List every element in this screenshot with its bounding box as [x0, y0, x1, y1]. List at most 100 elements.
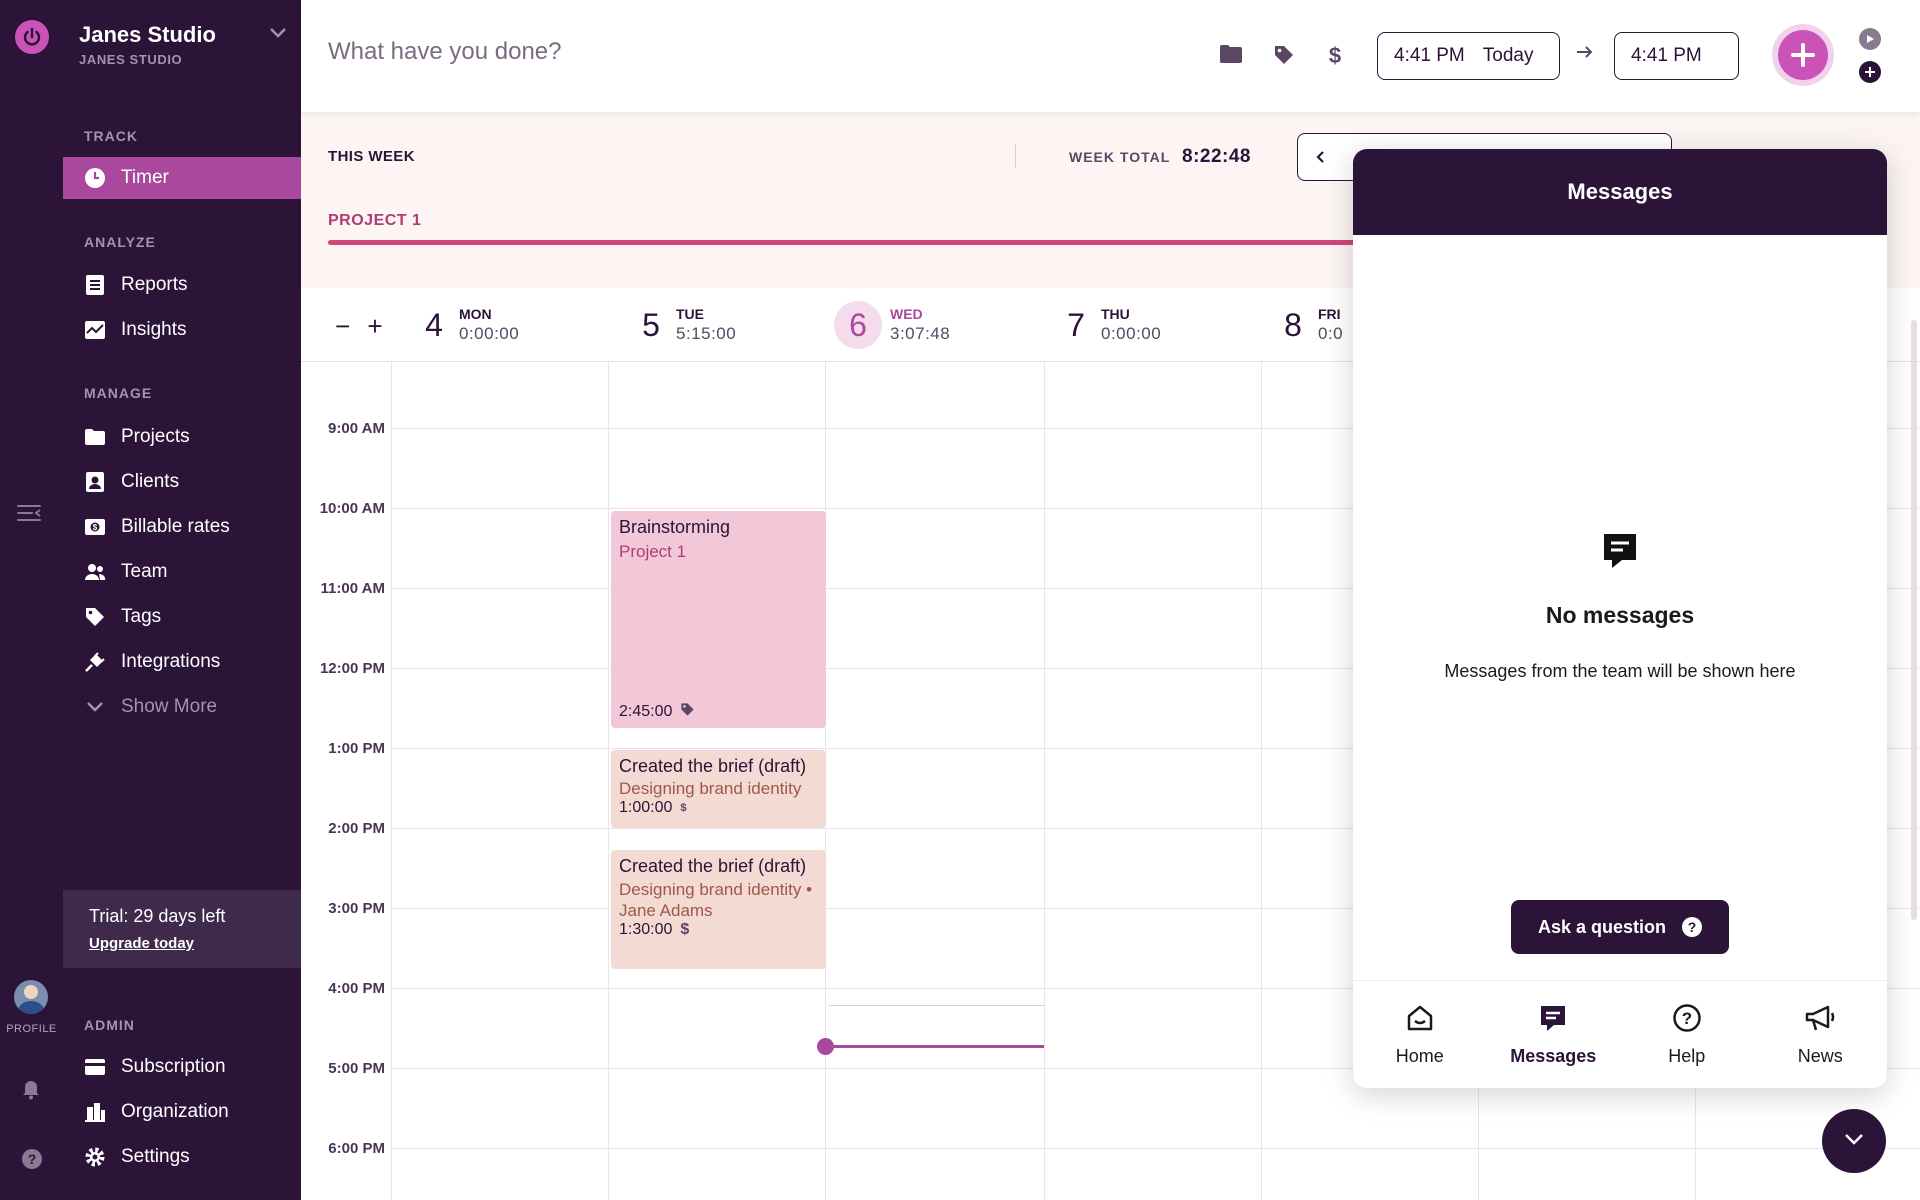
megaphone-icon: [1804, 1003, 1836, 1038]
sidebar-item-label: Tags: [121, 606, 162, 627]
day-header[interactable]: 5 TUE 5:15:00: [626, 288, 736, 362]
tab-news[interactable]: News: [1754, 981, 1888, 1088]
ask-question-label: Ask a question: [1537, 916, 1667, 937]
sidebar-item-timer[interactable]: Timer: [63, 157, 301, 199]
sidebar-item-reports[interactable]: Reports: [63, 264, 301, 306]
entry-duration: 1:00:00: [619, 799, 673, 816]
collapse-menu-icon[interactable]: [16, 503, 44, 528]
sidebar-item-label: Reports: [121, 274, 188, 295]
tab-help[interactable]: ? Help: [1620, 981, 1754, 1088]
hour-label: 3:00 PM: [328, 900, 385, 917]
ask-question-button[interactable]: Ask a question ?: [1511, 900, 1729, 954]
time-entry[interactable]: Created the brief (draft) Designing bran…: [611, 850, 826, 969]
help-icon[interactable]: ?: [21, 1148, 43, 1175]
start-time-field[interactable]: 4:41 PM Today: [1377, 32, 1560, 80]
tab-label: Messages: [1510, 1045, 1597, 1066]
folder-icon: [83, 425, 107, 449]
day-header[interactable]: 7 THU 0:00:00: [1051, 288, 1161, 362]
day-name: THU: [1101, 306, 1130, 322]
sidebar-item-integrations[interactable]: Integrations: [63, 641, 301, 683]
start-day: Today: [1482, 45, 1534, 66]
sidebar-item-label: Timer: [121, 167, 169, 188]
help-icon: ?: [1672, 1003, 1702, 1038]
arrow-right-icon: [1575, 44, 1595, 65]
tab-messages[interactable]: Messages: [1487, 981, 1621, 1088]
chevron-down-icon[interactable]: [268, 26, 288, 45]
day-name: FRI: [1318, 306, 1341, 322]
sidebar-item-tags[interactable]: Tags: [63, 596, 301, 638]
day-header[interactable]: 8 FRI 0:0: [1268, 288, 1343, 362]
day-name: WED: [890, 306, 923, 322]
upgrade-link[interactable]: Upgrade today: [89, 935, 301, 952]
timer-bar: $ 4:41 PM Today 4:41 PM: [301, 0, 1920, 112]
sidebar-item-label: Subscription: [121, 1056, 226, 1077]
sidebar-item-show-more[interactable]: Show More: [63, 686, 301, 728]
avatar[interactable]: [14, 980, 48, 1014]
power-icon[interactable]: [15, 20, 49, 54]
chevron-down-icon: [1843, 1132, 1865, 1151]
entry-project: Designing brand identity • Jane Adams: [619, 880, 813, 920]
entry-duration: 1:30:00: [619, 921, 673, 938]
manual-mode-icon[interactable]: [1859, 61, 1881, 83]
question-icon: ?: [1682, 917, 1703, 937]
time-entry[interactable]: Brainstorming Project 1 2:45:00: [611, 511, 826, 728]
billable-dollar-icon[interactable]: $: [1327, 43, 1343, 73]
timer-mode-icon[interactable]: [1859, 28, 1881, 50]
empty-state-title: No messages: [1545, 602, 1695, 628]
billable-icon: $: [83, 515, 107, 539]
day-total: 0:00:00: [459, 324, 520, 343]
end-time-field[interactable]: 4:41 PM: [1614, 32, 1739, 80]
sidebar-item-clients[interactable]: Clients: [63, 461, 301, 503]
svg-text:?: ?: [28, 1151, 37, 1167]
tag-icon: [680, 702, 695, 722]
day-header-today[interactable]: 6 WED 3:07:48: [834, 288, 950, 362]
client-icon: [83, 470, 107, 494]
sidebar-item-team[interactable]: Team: [63, 551, 301, 593]
sidebar-item-insights[interactable]: Insights: [63, 309, 301, 351]
workspace-switcher[interactable]: Janes Studio JANES STUDIO: [79, 22, 216, 67]
project-progress-bar: [328, 240, 1428, 245]
hour-label: 11:00 AM: [320, 580, 385, 597]
day-number: 6: [834, 301, 882, 349]
sidebar-item-label: Projects: [121, 426, 190, 447]
zoom-out-icon[interactable]: −: [335, 311, 350, 341]
messages-title: Messages: [1353, 149, 1887, 235]
close-chat-button[interactable]: [1822, 1109, 1886, 1173]
bell-icon[interactable]: [21, 1078, 41, 1105]
day-total: 0:0: [1318, 324, 1344, 343]
start-timer-button[interactable]: [1772, 24, 1834, 86]
svg-text:?: ?: [1682, 1009, 1692, 1028]
hour-label: 9:00 AM: [328, 420, 385, 437]
sidebar-item-organization[interactable]: Organization: [63, 1091, 301, 1133]
sidebar-item-settings[interactable]: Settings: [63, 1136, 301, 1178]
sidebar-item-subscription[interactable]: Subscription: [63, 1046, 301, 1088]
tag-icon[interactable]: [1273, 44, 1295, 71]
sidebar-item-billable-rates[interactable]: $ Billable rates: [63, 506, 301, 548]
sidebar-item-label: Show More: [121, 696, 218, 717]
end-time: 4:41 PM: [1631, 45, 1702, 66]
sidebar-item-projects[interactable]: Projects: [63, 416, 301, 458]
scrollbar[interactable]: [1911, 320, 1917, 920]
messages-panel: Messages No messages Messages from the t…: [1353, 149, 1887, 1088]
entry-title: Created the brief (draft): [619, 756, 807, 776]
description-input[interactable]: [328, 38, 928, 66]
time-entry[interactable]: Created the brief (draft) Designing bran…: [611, 750, 826, 828]
sidebar-item-label: Organization: [121, 1101, 229, 1122]
divider: [1015, 144, 1016, 168]
column-line: [608, 362, 609, 1200]
folder-icon[interactable]: [1219, 44, 1243, 69]
entry-title: Created the brief (draft): [619, 856, 807, 876]
messages-tab-bar: Home Messages ? Help News: [1353, 980, 1887, 1088]
empty-state-subtitle: Messages from the team will be shown her…: [1444, 661, 1796, 681]
plug-icon: [83, 650, 107, 674]
tab-label: Home: [1395, 1045, 1444, 1066]
zoom-in-icon[interactable]: +: [367, 311, 382, 341]
hour-label: 1:00 PM: [328, 740, 385, 757]
team-icon: [83, 560, 107, 584]
chevron-left-icon[interactable]: [1315, 149, 1325, 170]
day-number: 4: [425, 306, 443, 343]
tab-home[interactable]: Home: [1353, 981, 1487, 1088]
clock-icon: [83, 166, 107, 190]
day-header[interactable]: 4 MON 0:00:00: [409, 288, 519, 362]
hour-label: 6:00 PM: [328, 1140, 385, 1157]
